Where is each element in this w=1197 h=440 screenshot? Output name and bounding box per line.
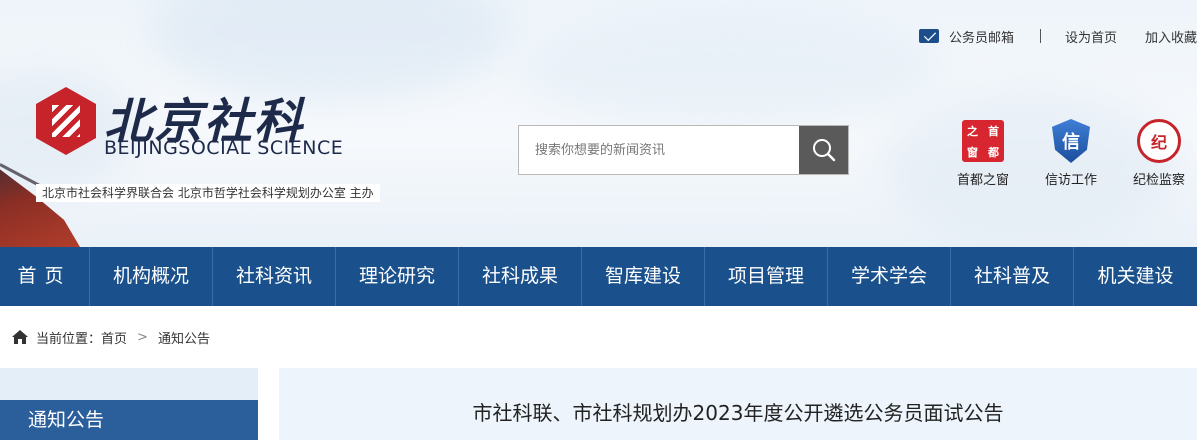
quick-link-petition[interactable]: 信 信访工作: [1036, 117, 1106, 188]
nav-popularization[interactable]: 社科普及: [951, 247, 1074, 306]
main-nav: 首页 机构概况 社科资讯 理论研究 社科成果 智库建设 项目管理 学术学会 社科…: [0, 247, 1197, 306]
quick-link-label: 首都之窗: [956, 173, 1009, 188]
quick-link-label: 纪检监察: [1132, 173, 1185, 188]
nav-theory-research[interactable]: 理论研究: [336, 247, 459, 306]
nav-home[interactable]: 首页: [0, 247, 90, 306]
capital-window-icon: 之 首 窗 都: [962, 120, 1004, 162]
logo-subtitle: BEIJINGSOCIAL SCIENCE: [104, 137, 344, 159]
nav-academic-societies[interactable]: 学术学会: [828, 247, 951, 306]
top-links: 公务员邮箱 设为首页 加入收藏: [918, 26, 1197, 46]
quick-link-label: 信访工作: [1044, 173, 1097, 188]
search-icon: [812, 139, 835, 162]
ink-wash-decoration: [520, 10, 940, 130]
nav-achievements[interactable]: 社科成果: [459, 247, 582, 306]
article-title: 市社科联、市社科规划办2023年度公开遴选公务员面试公告: [472, 401, 1004, 425]
breadcrumb-home-link[interactable]: 首页: [101, 328, 127, 347]
nav-news[interactable]: 社科资讯: [213, 247, 336, 306]
home-icon: [12, 330, 28, 344]
set-homepage-link[interactable]: 设为首页: [1065, 27, 1117, 46]
breadcrumb-current[interactable]: 通知公告: [158, 328, 210, 347]
search-button[interactable]: [799, 126, 848, 174]
add-favorite-link[interactable]: 加入收藏: [1145, 27, 1197, 46]
quick-link-discipline[interactable]: 纪 纪检监察: [1124, 117, 1194, 188]
search-input[interactable]: [519, 126, 799, 174]
quick-link-capital-window[interactable]: 之 首 窗 都 首都之窗: [948, 117, 1018, 188]
site-header: 公务员邮箱 设为首页 加入收藏 北京社科 BEIJINGSOCIAL SCIEN…: [0, 0, 1197, 247]
nav-party-building[interactable]: 机关建设: [1074, 247, 1197, 306]
petition-shield-icon: 信: [1052, 119, 1090, 163]
sidebar-title[interactable]: 通知公告: [0, 400, 258, 440]
nav-think-tank[interactable]: 智库建设: [582, 247, 705, 306]
search-box: [518, 125, 849, 175]
nav-project-management[interactable]: 项目管理: [705, 247, 828, 306]
nav-organization[interactable]: 机构概况: [90, 247, 213, 306]
mail-icon[interactable]: [918, 29, 939, 43]
discipline-seal-icon: 纪: [1137, 119, 1181, 163]
divider: [1039, 29, 1041, 43]
chevron-right-icon: >: [137, 329, 148, 345]
breadcrumb: 当前位置： 首页 > 通知公告: [0, 306, 1197, 368]
civil-servant-mail-link[interactable]: 公务员邮箱: [949, 27, 1014, 46]
breadcrumb-prefix: 当前位置：: [36, 331, 102, 347]
sponsor-text: 北京市社会科学界联合会 北京市哲学社会科学规划办公室 主办: [36, 184, 380, 202]
